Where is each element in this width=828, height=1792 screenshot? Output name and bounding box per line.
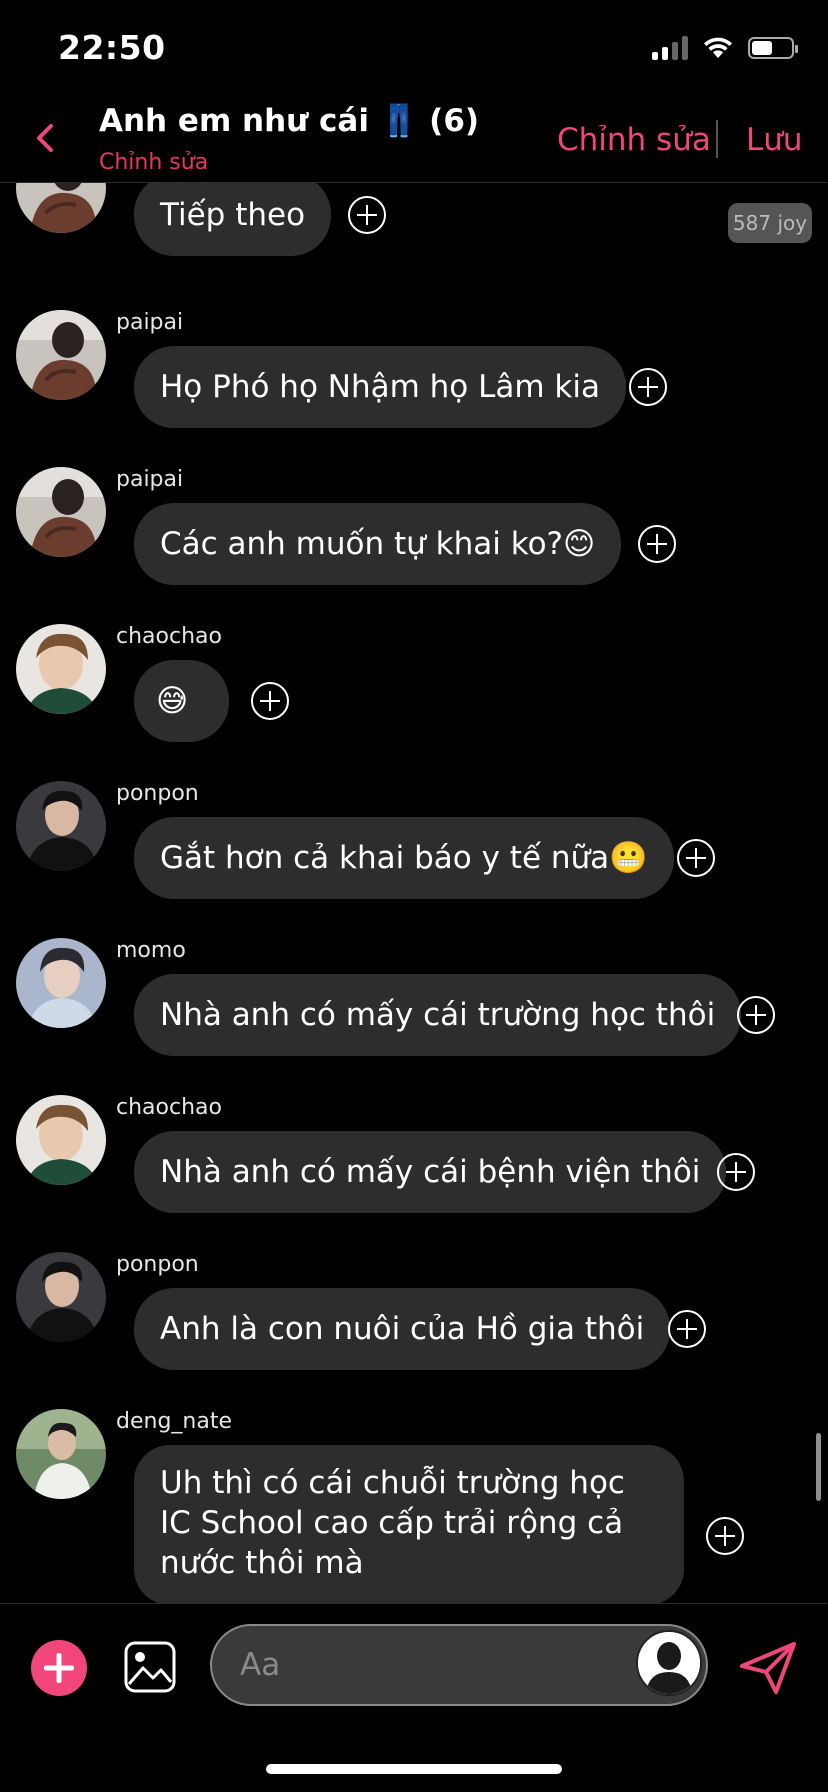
status-icons — [652, 36, 798, 60]
avatar[interactable] — [16, 183, 106, 233]
add-reaction-icon[interactable] — [629, 368, 667, 406]
header-divider — [716, 120, 718, 158]
save-button[interactable]: Lưu — [746, 122, 803, 158]
message-bubble[interactable]: Nhà anh có mấy cái trường học thôi — [134, 974, 742, 1056]
chat-title[interactable]: Anh em như cái 👖 (6) — [99, 102, 479, 139]
message-bubble[interactable]: 😅 — [134, 660, 229, 742]
add-reaction-icon[interactable] — [677, 839, 715, 877]
status-time: 22:50 — [58, 28, 166, 67]
cellular-signal-icon — [652, 36, 688, 60]
message-text: Nhà anh có mấy cái bệnh viện thôi — [160, 1154, 701, 1190]
edit-button[interactable]: Chỉnh sửa — [557, 122, 711, 158]
avatar[interactable] — [16, 938, 106, 1028]
message-bubble[interactable]: Uh thì có cái chuỗi trường học IC School… — [134, 1445, 684, 1603]
sender-name: momo — [116, 938, 186, 963]
message-text: Nhà anh có mấy cái trường học thôi — [160, 997, 716, 1033]
avatar[interactable] — [16, 467, 106, 557]
add-reaction-icon[interactable] — [668, 1310, 706, 1348]
chat-header: Anh em như cái 👖 (6) Chỉnh sửa Chỉnh sửa… — [0, 100, 828, 183]
message-text: Các anh muốn tự khai ko?😊 — [160, 526, 596, 562]
status-bar: 22:50 — [0, 0, 828, 100]
sender-name: paipai — [116, 310, 184, 335]
back-chevron-icon[interactable] — [26, 118, 66, 158]
avatar[interactable] — [16, 1095, 106, 1185]
add-plus-icon[interactable] — [31, 1640, 87, 1696]
message-text: Gắt hơn cả khai báo y tế nữa😬 — [160, 840, 648, 876]
message-bubble[interactable]: Nhà anh có mấy cái bệnh viện thôi — [134, 1131, 727, 1213]
sender-name: chaochao — [116, 1095, 222, 1120]
home-indicator[interactable] — [266, 1764, 562, 1774]
add-reaction-icon[interactable] — [717, 1153, 755, 1191]
send-icon[interactable] — [738, 1640, 798, 1696]
sender-name: ponpon — [116, 781, 199, 806]
message-text: 😅 — [156, 683, 189, 719]
avatar[interactable] — [16, 1252, 106, 1342]
sender-name: chaochao — [116, 624, 222, 649]
message-input[interactable] — [210, 1624, 708, 1706]
message-composer — [0, 1603, 828, 1723]
wifi-icon — [704, 37, 732, 58]
message-bubble[interactable]: Các anh muốn tự khai ko?😊 — [134, 503, 622, 585]
message-text: Tiếp theo — [160, 197, 306, 233]
avatar[interactable] — [16, 310, 106, 400]
add-reaction-icon[interactable] — [251, 682, 289, 720]
add-reaction-icon[interactable] — [348, 196, 386, 234]
message-bubble[interactable]: Anh là con nuôi của Hồ gia thôi — [134, 1288, 671, 1370]
add-reaction-icon[interactable] — [737, 996, 775, 1034]
profile-avatar-icon[interactable] — [636, 1630, 702, 1696]
joy-badge: 587 joy — [728, 203, 812, 243]
message-text: Họ Phó họ Nhậm họ Lâm kia — [160, 369, 600, 405]
message-bubble[interactable]: Họ Phó họ Nhậm họ Lâm kia — [134, 346, 626, 428]
scroll-indicator[interactable] — [816, 1433, 821, 1501]
sender-name: deng_nate — [116, 1409, 232, 1434]
message-text: Uh thì có cái chuỗi trường học IC School… — [160, 1465, 625, 1581]
avatar[interactable] — [16, 624, 106, 714]
battery-icon — [748, 37, 798, 59]
message-bubble[interactable]: Gắt hơn cả khai báo y tế nữa😬 — [134, 817, 674, 899]
add-reaction-icon[interactable] — [706, 1517, 744, 1555]
add-reaction-icon[interactable] — [638, 525, 676, 563]
avatar[interactable] — [16, 781, 106, 871]
message-text: Anh là con nuôi của Hồ gia thôi — [160, 1311, 645, 1347]
sender-name: ponpon — [116, 1252, 199, 1277]
sender-name: paipai — [116, 467, 184, 492]
image-icon[interactable] — [123, 1640, 177, 1694]
chat-subtitle[interactable]: Chỉnh sửa — [99, 150, 208, 175]
message-bubble[interactable]: Tiếp theo — [134, 183, 332, 256]
avatar[interactable] — [16, 1409, 106, 1499]
message-list[interactable]: Tiếp theo 587 joy paipai Họ Phó họ Nhậm … — [0, 183, 828, 1603]
